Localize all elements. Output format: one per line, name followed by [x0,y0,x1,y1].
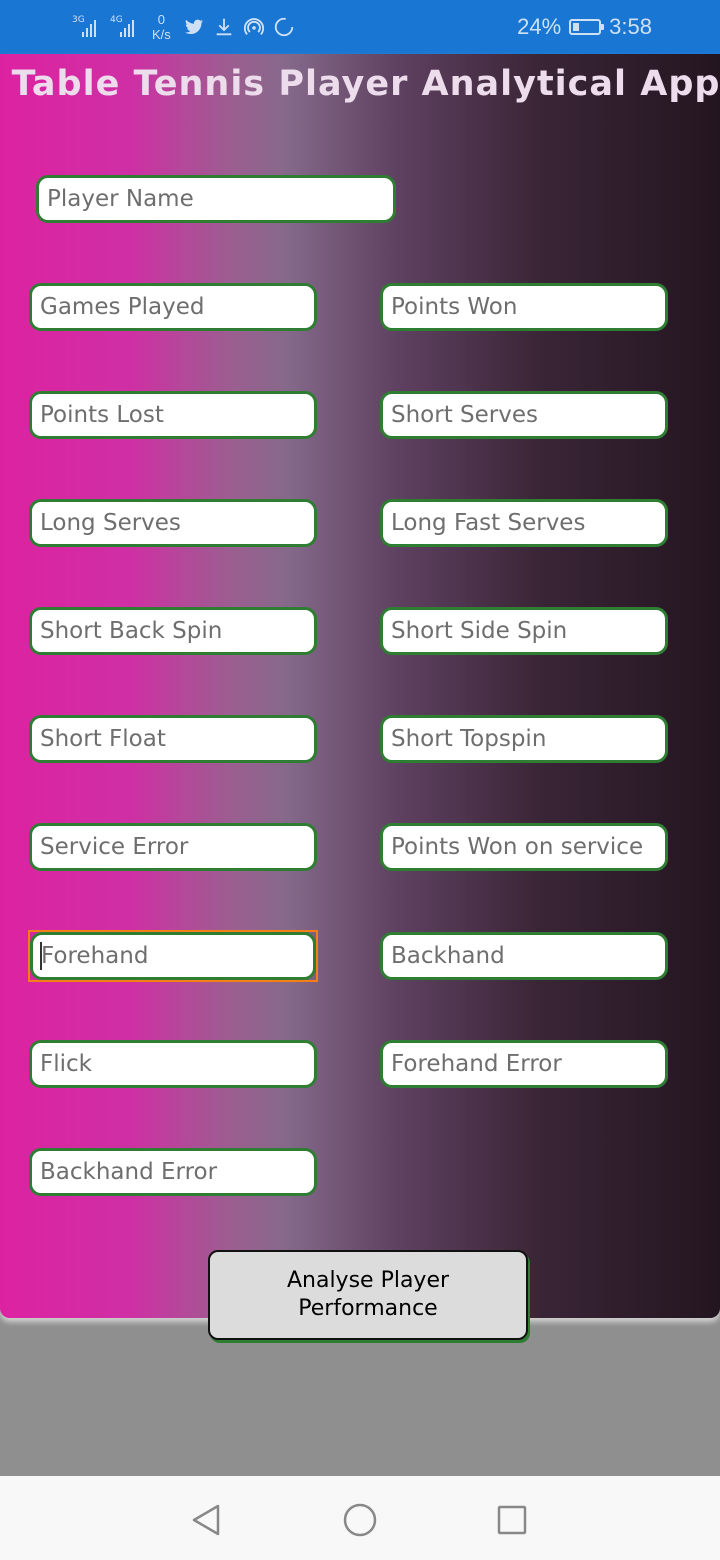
long-fast-serves-input[interactable] [380,499,668,547]
player-name-input[interactable] [36,175,396,223]
back-icon [192,1504,220,1536]
recents-icon [497,1505,527,1535]
forehand-input[interactable] [30,932,316,980]
signal-3g-icon: 3G [72,13,102,41]
points-won-on-service-input[interactable] [380,823,668,871]
navigation-bar [0,1476,720,1560]
short-topspin-input[interactable] [380,715,668,763]
text-cursor [40,942,42,970]
backhand-error-input[interactable] [29,1148,317,1196]
short-float-input[interactable] [29,715,317,763]
long-serves-input[interactable] [29,499,317,547]
points-lost-input[interactable] [29,391,317,439]
signal-4g-icon: 4G [110,13,140,41]
download-icon [216,18,232,36]
status-bar: 3G 4G 0 K/s 24% 3:58 [0,0,720,54]
points-won-input[interactable] [380,283,668,331]
network-speed: 0 K/s [152,12,171,42]
analyse-player-performance-button[interactable]: Analyse Player Performance [208,1250,528,1340]
short-side-spin-input[interactable] [380,607,668,655]
twitter-icon [184,19,203,35]
battery-icon [569,19,605,35]
status-left-icons: 3G 4G 0 K/s [72,10,295,44]
battery-percent: 24% [517,14,562,39]
app-title: Table Tennis Player Analytical App [11,64,720,104]
home-button[interactable] [340,1500,380,1540]
backhand-input[interactable] [380,932,668,980]
network-speed-value: 0 [157,12,166,27]
flick-input[interactable] [29,1040,317,1088]
short-serves-input[interactable] [380,391,668,439]
forehand-error-input[interactable] [380,1040,668,1088]
service-error-input[interactable] [29,823,317,871]
back-button[interactable] [186,1500,226,1540]
recents-button[interactable] [492,1500,532,1540]
hotspot-icon [243,18,264,35]
games-played-input[interactable] [29,283,317,331]
network-speed-unit: K/s [152,27,171,42]
status-right-icons: 24% 3:58 [517,0,652,54]
sync-icon [274,17,293,37]
home-icon [343,1503,377,1537]
clock: 3:58 [609,14,652,39]
short-back-spin-input[interactable] [29,607,317,655]
form-card: Table Tennis Player Analytical App [0,54,720,1318]
